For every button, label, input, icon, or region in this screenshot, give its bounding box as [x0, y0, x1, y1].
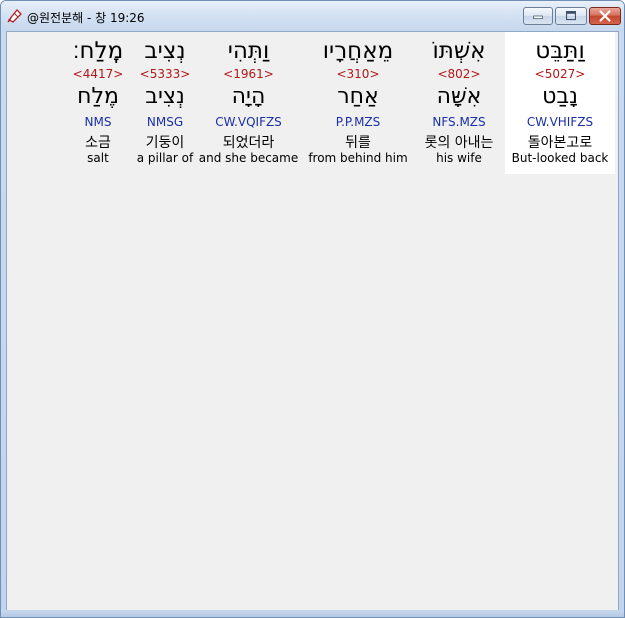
english-gloss: a pillar of: [136, 151, 194, 165]
parsing-code: NMSG: [146, 115, 184, 129]
lemma: הָיָה: [231, 84, 266, 109]
lemma: נְצִיב: [145, 84, 185, 109]
hebrew-word: אִשְׁתּוֹ: [432, 38, 486, 64]
close-button[interactable]: [589, 7, 621, 25]
hebrew-word: נְצִיב: [144, 38, 186, 64]
strong-number: <1961>: [223, 67, 274, 81]
english-gloss: his wife: [436, 151, 482, 165]
word-column[interactable]: מֵאַחֲרָיו <310> אַחַר P.P.MZS 뒤를 from b…: [301, 32, 415, 174]
strong-number: <802>: [437, 67, 481, 81]
analysis-pane[interactable]: מֶֽלַח׃ <4417> מֶלַח NMS 소금 salt נְצִיב …: [6, 31, 619, 611]
app-window: @원전분해 - 창 19:26 מֶֽלַח׃ <4417> מֶלַח NMS…: [0, 0, 625, 618]
minimize-icon: [533, 15, 543, 20]
lemma: מֶלַח: [77, 84, 119, 109]
korean-gloss: 롯의 아내는: [424, 135, 494, 151]
strong-number: <4417>: [72, 67, 124, 81]
hebrew-word: וַתְּהִי: [227, 38, 270, 64]
korean-gloss: 소금: [85, 135, 111, 151]
korean-gloss: 되었더라: [222, 135, 275, 151]
parsing-code: NMS: [84, 115, 112, 129]
parsing-code: CW.VHIFZS: [526, 115, 594, 129]
english-gloss: from behind him: [308, 151, 408, 165]
app-logo-icon: [7, 9, 22, 23]
parsing-code: CW.VQIFZS: [215, 115, 282, 129]
hebrew-word: וַתַּבֵּט: [535, 38, 585, 64]
word-grid: מֶֽלַח׃ <4417> מֶלַח NMS 소금 salt נְצִיב …: [62, 32, 615, 174]
word-column[interactable]: וַתְּהִי <1961> הָיָה CW.VQIFZS 되었더라 and…: [196, 32, 301, 174]
window-title: @원전분해 - 창 19:26: [27, 11, 145, 25]
word-column-selected[interactable]: וַתַּבֵּט <5027> נָבַט CW.VHIFZS 돌아본고로 B…: [505, 32, 615, 174]
maximize-button[interactable]: [555, 7, 587, 25]
lemma: אַחַר: [337, 84, 379, 109]
korean-gloss: 돌아본고로: [527, 135, 593, 151]
korean-gloss: 뒤를: [345, 135, 371, 151]
parsing-code: P.P.MZS: [335, 115, 381, 129]
strong-number: <5333>: [139, 67, 191, 81]
minimize-button[interactable]: [523, 7, 553, 25]
maximize-icon: [566, 11, 576, 21]
word-column[interactable]: נְצִיב <5333> נְצִיב NMSG 기둥이 a pillar o…: [134, 32, 196, 174]
english-gloss: salt: [87, 151, 109, 165]
english-gloss: But-looked back: [511, 151, 609, 165]
korean-gloss: 기둥이: [145, 135, 185, 151]
lemma: נָבַט: [542, 84, 578, 109]
strong-number: <5027>: [534, 67, 586, 81]
word-column[interactable]: אִשְׁתּוֹ <802> אִשָּׁה NFS.MZS 롯의 아내는 h…: [415, 32, 503, 174]
close-icon: [599, 10, 611, 22]
lemma: אִשָּׁה: [436, 84, 482, 109]
strong-number: <310>: [336, 67, 380, 81]
hebrew-word: מֶֽלַח׃: [72, 38, 124, 64]
window-bottom-border: [1, 610, 624, 617]
hebrew-word: מֵאַחֲרָיו: [322, 38, 394, 64]
title-bar[interactable]: @원전분해 - 창 19:26: [1, 1, 624, 31]
parsing-code: NFS.MZS: [432, 115, 486, 129]
word-column[interactable]: מֶֽלַח׃ <4417> מֶלַח NMS 소금 salt: [62, 32, 134, 174]
english-gloss: and she became: [198, 151, 299, 165]
